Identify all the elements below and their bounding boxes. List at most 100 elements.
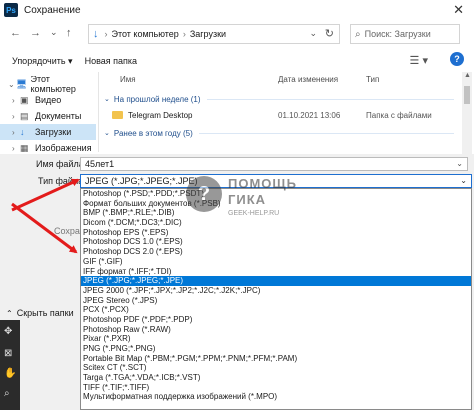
downloads-icon: ↓ xyxy=(93,28,99,40)
scroll-up-arrow-icon[interactable]: ▲ xyxy=(464,72,471,79)
toolbar: Упорядочить ▾ Новая папка ☰ ▾ ? xyxy=(0,50,474,72)
filetype-dropdown-chevron-icon[interactable]: ⌄ xyxy=(460,175,467,187)
nav-item-label: Загрузки xyxy=(35,127,72,137)
file-list: Имя Дата изменения Тип ⌄ На прошлой неде… xyxy=(100,72,462,152)
filetype-label: Тип файла: xyxy=(38,176,86,186)
filetype-value: JPEG (*.JPG;*.JPEG;*.JPE) xyxy=(85,176,198,186)
group-label: На прошлой неделе (1) xyxy=(113,94,201,104)
refresh-icon[interactable]: ↻ xyxy=(325,27,334,40)
file-type: Папка с файлами xyxy=(366,111,432,120)
filetype-option[interactable]: Photoshop EPS (*.EPS) xyxy=(81,228,471,238)
documents-folder-icon: ▤ xyxy=(20,110,29,121)
expand-chevron-icon[interactable]: › xyxy=(12,96,20,105)
nav-item-label: Изображения xyxy=(35,143,92,152)
downloads-folder-icon: ↓ xyxy=(20,127,25,137)
filetype-option[interactable]: Portable Bit Map (*.PBM;*.PGM;*.PPM;*.PN… xyxy=(81,354,471,364)
column-headers: Имя Дата изменения Тип xyxy=(100,72,462,88)
filetype-option[interactable]: Photoshop DCS 1.0 (*.EPS) xyxy=(81,237,471,247)
photoshop-toolbar: ✥ ⊠ ✋ ⌕ xyxy=(0,320,20,410)
help-icon[interactable]: ? xyxy=(450,52,464,66)
filetype-option[interactable]: TIFF (*.TIF;*.TIFF) xyxy=(81,383,471,393)
filetype-option[interactable]: BMP (*.BMP;*.RLE;*.DIB) xyxy=(81,208,471,218)
expand-chevron-icon[interactable]: ⌄ xyxy=(8,80,16,89)
filetype-option[interactable]: Photoshop (*.PSD;*.PDD;*.PSDT) xyxy=(81,189,471,199)
recent-locations-chevron-icon[interactable]: ⌄ xyxy=(50,27,58,38)
navigation-pane: ⌄ 🖥 Этот компьютер › ▣ Видео › ▤ Докумен… xyxy=(0,76,96,152)
filetype-option[interactable]: Pixar (*.PXR) xyxy=(81,334,471,344)
filetype-option[interactable]: Мультиформатная поддержка изображений (*… xyxy=(81,392,471,402)
filetype-option[interactable]: JPEG Stereo (*.JPS) xyxy=(81,296,471,306)
title-bar: Ps Сохранение ✕ xyxy=(0,0,474,20)
filetype-option[interactable]: Формат больших документов (*.PSB) xyxy=(81,199,471,209)
back-arrow-icon[interactable]: ← xyxy=(10,27,21,39)
hand-tool-icon[interactable]: ✋ xyxy=(4,368,16,380)
nav-item-downloads[interactable]: › ↓ Загрузки xyxy=(0,124,96,140)
hide-folders-label: Скрыть папки xyxy=(16,308,74,318)
filetype-option[interactable]: JPEG (*.JPG;*.JPEG;*.JPE) xyxy=(81,276,471,286)
filetype-option[interactable]: Dicom (*.DCM;*.DC3;*.DIC) xyxy=(81,218,471,228)
filetype-option[interactable]: Photoshop PDF (*.PDF;*.PDP) xyxy=(81,315,471,325)
group-header-last-week[interactable]: ⌄ На прошлой неделе (1) xyxy=(100,92,462,106)
frame-tool-icon[interactable]: ⊠ xyxy=(4,348,16,360)
pane-divider xyxy=(98,72,99,152)
file-row[interactable]: Telegram Desktop 01.10.2021 13:06 Папка … xyxy=(100,108,462,124)
file-name: Telegram Desktop xyxy=(128,111,193,120)
vertical-scrollbar[interactable]: ▲ xyxy=(462,72,472,162)
save-form: Имя файла: 45лет1 ⌄ Тип файла: JPEG (*.J… xyxy=(0,154,474,190)
scrollbar-thumb[interactable] xyxy=(464,86,470,104)
images-folder-icon: ▦ xyxy=(20,142,29,153)
column-header-name[interactable]: Имя xyxy=(120,75,136,84)
nav-item-documents[interactable]: › ▤ Документы xyxy=(0,108,96,124)
filename-field[interactable]: 45лет1 ⌄ xyxy=(80,157,468,171)
filetype-dropdown-list: Photoshop (*.PSD;*.PDD;*.PSDT) Формат бол… xyxy=(80,188,472,410)
filetype-option[interactable]: Scitex CT (*.SCT) xyxy=(81,363,471,373)
photoshop-app-icon: Ps xyxy=(4,3,18,17)
column-header-date[interactable]: Дата изменения xyxy=(278,75,338,84)
new-folder-button[interactable]: Новая папка xyxy=(85,56,137,66)
filetype-option[interactable]: JPEG 2000 (*.JPF;*.JPX;*.JP2;*.J2C;*.J2K… xyxy=(81,286,471,296)
nav-item-video[interactable]: › ▣ Видео xyxy=(0,92,96,108)
breadcrumb-downloads[interactable]: Загрузки xyxy=(190,29,226,39)
nav-item-label: Документы xyxy=(35,111,82,121)
zoom-tool-icon[interactable]: ⌕ xyxy=(4,388,16,400)
up-arrow-icon[interactable]: ↑ xyxy=(66,27,72,39)
filetype-option[interactable]: IFF формат (*.IFF;*.TDI) xyxy=(81,267,471,277)
search-input[interactable]: ⌕ Поиск: Загрузки xyxy=(350,24,460,44)
address-bar[interactable]: ↓ › Этот компьютер › Загрузки ⌄ ↻ xyxy=(88,24,340,44)
group-divider xyxy=(198,132,454,134)
filename-label: Имя файла: xyxy=(36,159,87,169)
close-icon[interactable]: ✕ xyxy=(453,2,464,18)
nav-item-label: Этот компьютер xyxy=(30,76,76,94)
organize-button[interactable]: Упорядочить ▾ xyxy=(12,56,73,67)
nav-item-this-pc[interactable]: ⌄ 🖥 Этот компьютер xyxy=(0,76,96,94)
filetype-select[interactable]: JPEG (*.JPG;*.JPEG;*.JPE) ⌄ xyxy=(80,174,472,188)
forward-arrow-icon[interactable]: → xyxy=(30,27,41,39)
expand-chevron-icon[interactable]: › xyxy=(12,128,20,137)
expand-chevron-icon[interactable]: › xyxy=(12,112,20,121)
breadcrumb-separator: › xyxy=(104,29,108,39)
filetype-option[interactable]: PNG (*.PNG;*.PNG) xyxy=(81,344,471,354)
filename-dropdown-chevron-icon[interactable]: ⌄ xyxy=(456,158,463,170)
filetype-option[interactable]: GIF (*.GIF) xyxy=(81,257,471,267)
move-tool-icon[interactable]: ✥ xyxy=(4,326,16,338)
address-dropdown-chevron-icon[interactable]: ⌄ xyxy=(309,28,317,39)
computer-icon: 🖥 xyxy=(15,78,28,89)
view-options-icon[interactable]: ☰ ▾ xyxy=(410,54,428,67)
nav-item-images[interactable]: › ▦ Изображения xyxy=(0,140,96,153)
video-folder-icon: ▣ xyxy=(20,94,29,105)
filename-value: 45лет1 xyxy=(85,159,115,169)
filetype-option[interactable]: Photoshop Raw (*.RAW) xyxy=(81,325,471,335)
expand-chevron-icon[interactable]: › xyxy=(12,144,20,153)
column-header-type[interactable]: Тип xyxy=(366,75,379,84)
collapse-chevron-icon: ⌄ xyxy=(104,96,110,103)
filetype-option[interactable]: Photoshop DCS 2.0 (*.EPS) xyxy=(81,247,471,257)
breadcrumb-this-pc[interactable]: Этот компьютер xyxy=(112,29,179,39)
address-row: ← → ⌄ ↑ ↓ › Этот компьютер › Загрузки ⌄ … xyxy=(0,22,474,48)
nav-item-label: Видео xyxy=(35,95,62,105)
breadcrumb-separator: › xyxy=(182,29,186,39)
search-placeholder: Поиск: Загрузки xyxy=(364,29,431,39)
filetype-option[interactable]: PCX (*.PCX) xyxy=(81,305,471,315)
hide-folders-button[interactable]: ⌃ Скрыть папки xyxy=(6,308,74,318)
filetype-option[interactable]: Targa (*.TGA;*.VDA;*.ICB;*.VST) xyxy=(81,373,471,383)
group-header-earlier-this-year[interactable]: ⌄ Ранее в этом году (5) xyxy=(100,126,462,140)
